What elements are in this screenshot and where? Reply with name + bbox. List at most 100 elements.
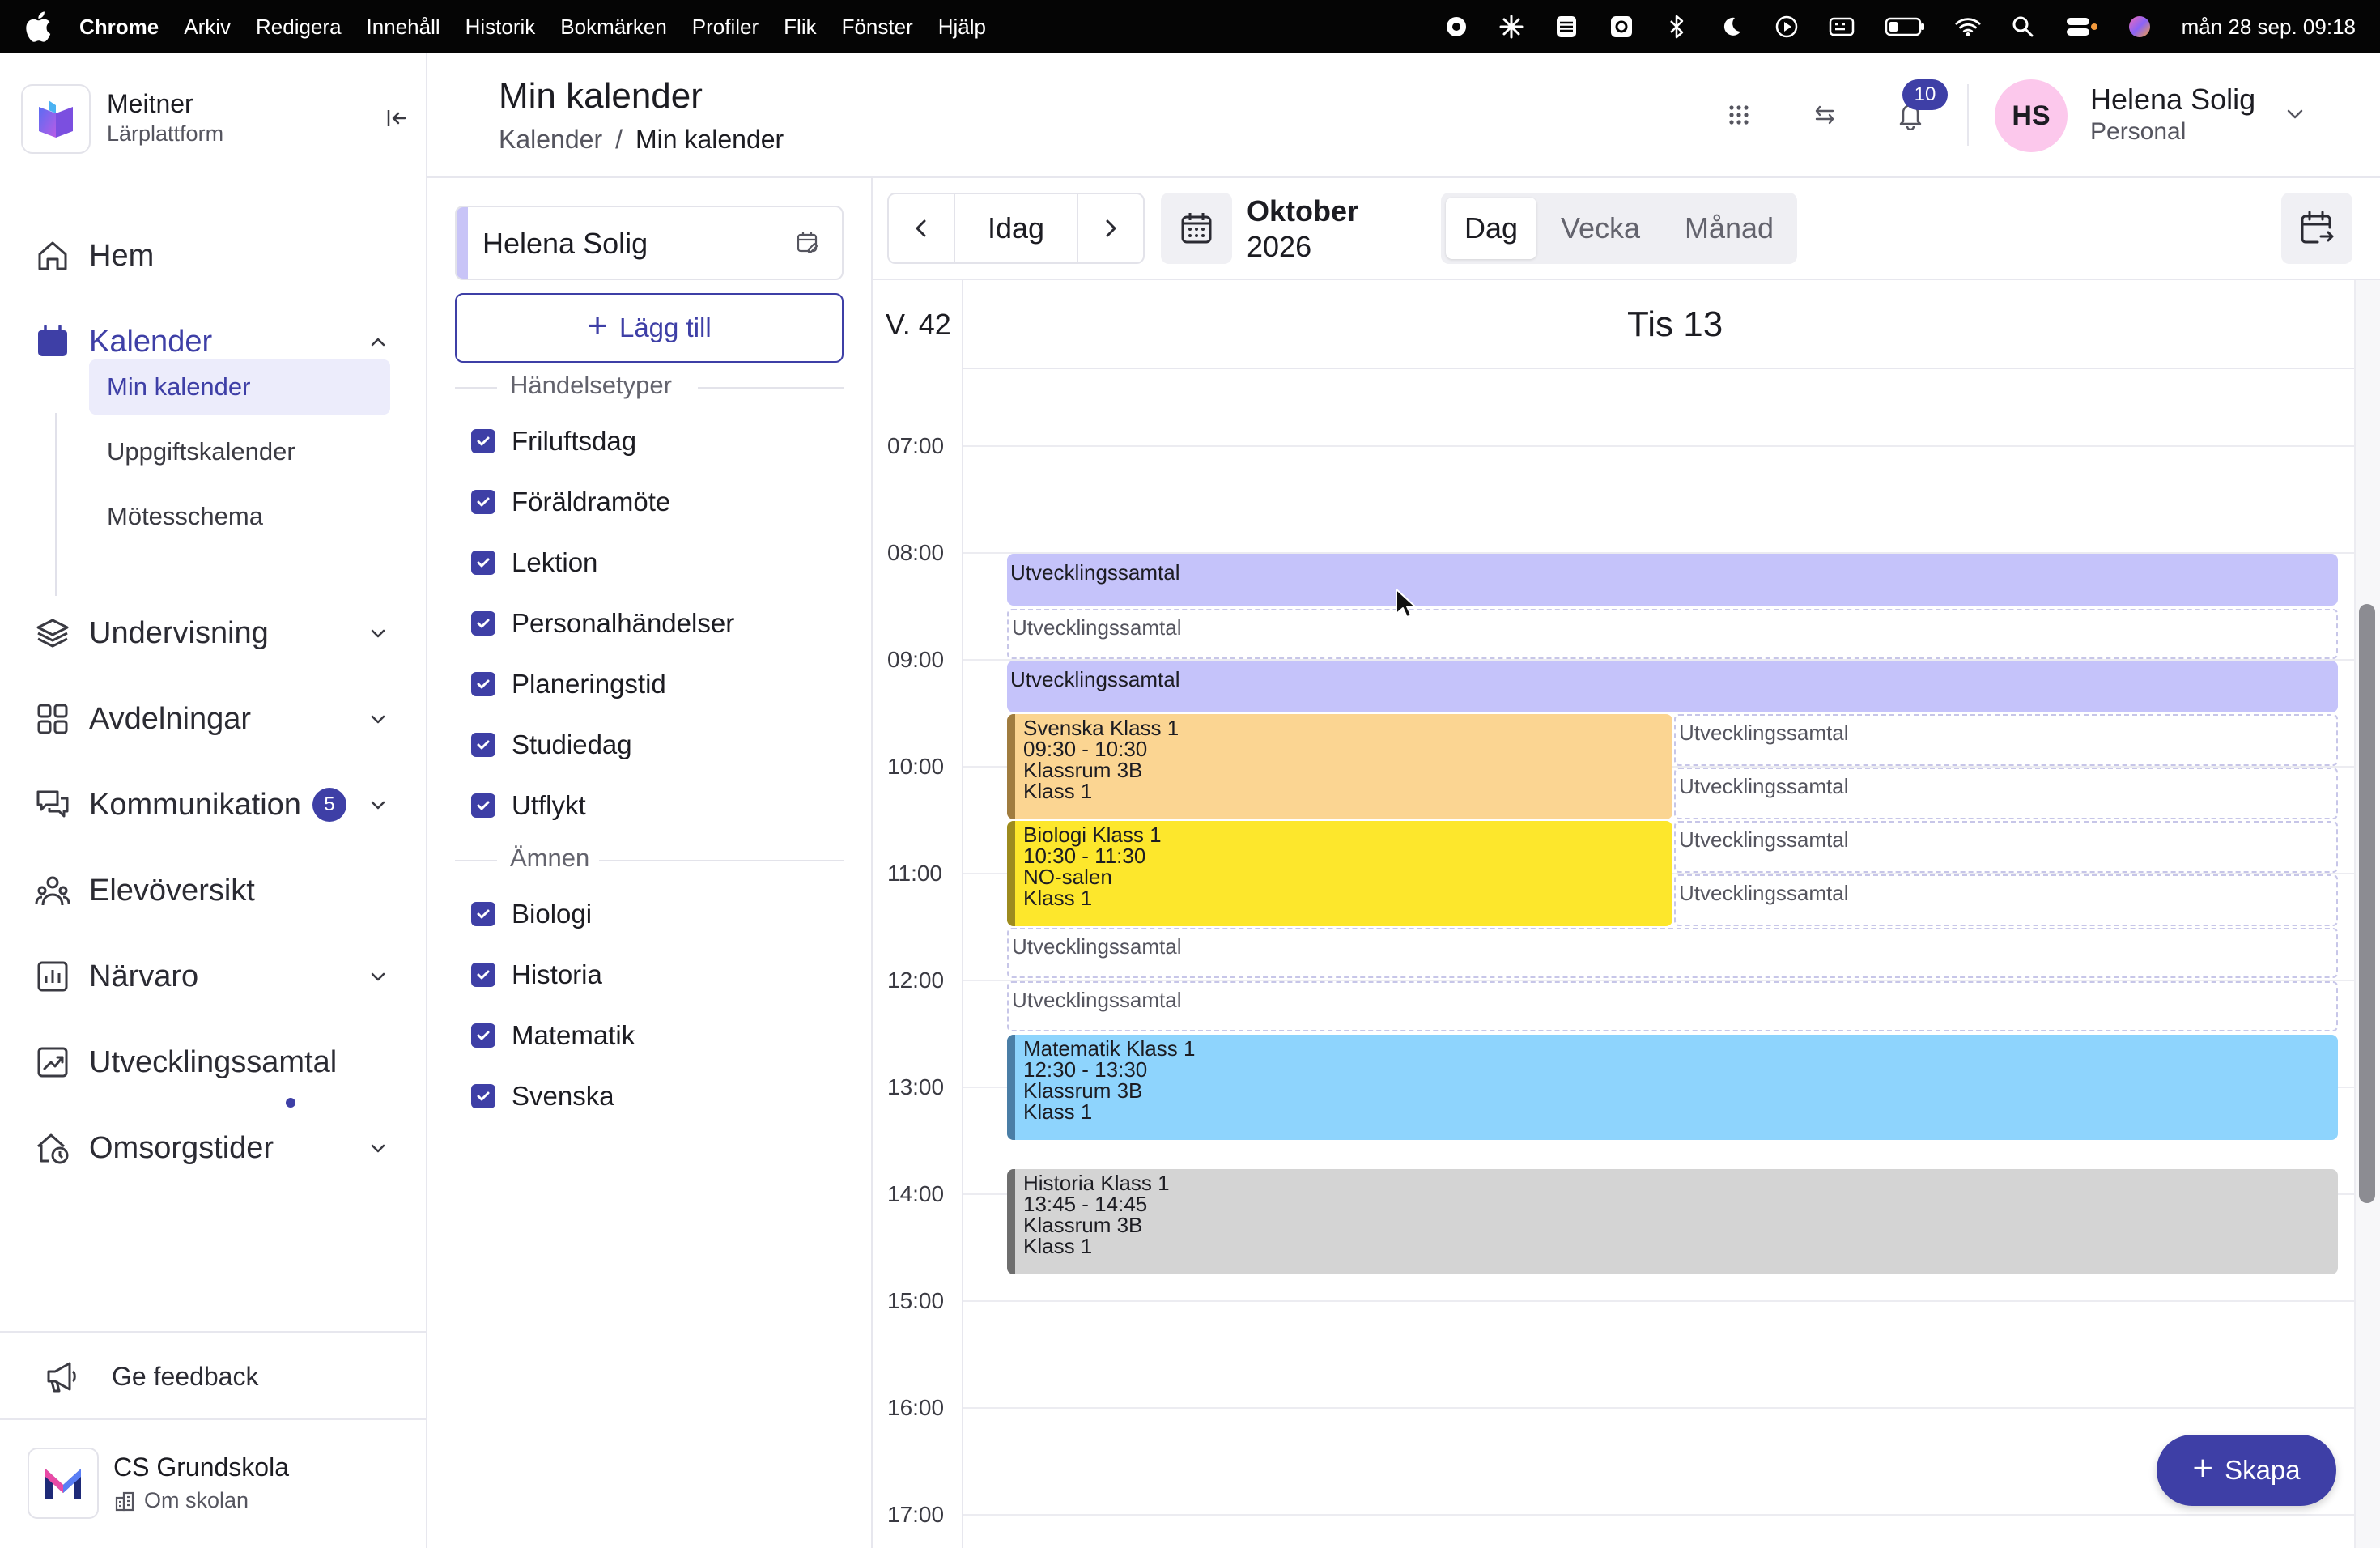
subnav-task-calendar[interactable]: Uppgiftskalender [89, 424, 390, 479]
chevron-up-icon[interactable] [366, 330, 390, 354]
subnav-meeting-schedule[interactable]: Mötesschema [89, 489, 390, 544]
chevron-down-icon[interactable] [366, 1136, 390, 1160]
today-button[interactable]: Idag [954, 194, 1078, 262]
checkbox-checked-icon[interactable] [471, 672, 495, 696]
dev-talk-slot[interactable]: Utvecklingssamtal [1007, 928, 2338, 978]
date-picker-button[interactable] [1161, 193, 1232, 264]
menu-edit[interactable]: Redigera [256, 15, 342, 40]
checkbox-checked-icon[interactable] [471, 902, 495, 926]
feedback-button[interactable]: Ge feedback [44, 1354, 258, 1399]
nav-dev-talks[interactable]: Utvecklingssamtal [34, 1038, 390, 1087]
collapse-sidebar-icon[interactable] [382, 104, 411, 133]
person-selector[interactable]: Helena Solig [455, 206, 844, 280]
checkbox-checked-icon[interactable] [471, 1084, 495, 1108]
apps-grid-icon[interactable] [1723, 99, 1755, 131]
menubar-clock[interactable]: mån 28 sep. 09:18 [2182, 15, 2356, 40]
user-name[interactable]: Helena Solig [2090, 83, 2255, 117]
checkbox-checked-icon[interactable] [471, 733, 495, 757]
control-center-icon[interactable] [2065, 14, 2097, 40]
checkbox-checked-icon[interactable] [471, 1023, 495, 1048]
nav-departments[interactable]: Avdelningar [34, 695, 390, 743]
wifi-icon[interactable] [1955, 14, 1981, 40]
lesson-event[interactable]: Biologi Klass 1 10:30 - 11:30 NO-salen Klas… [1007, 821, 1672, 926]
chevron-down-icon[interactable] [366, 793, 390, 817]
filter-matematik[interactable]: Matematik [471, 1017, 635, 1054]
filter-personalhandelser[interactable]: Personalhändelser [471, 605, 734, 642]
dev-talk-slot[interactable]: Utvecklingssamtal [1007, 609, 2338, 659]
dev-talk-slot[interactable]: Utvecklingssamtal [1674, 714, 2338, 766]
nav-student-overview[interactable]: Elevöversikt [34, 866, 390, 915]
siri-icon[interactable] [2127, 14, 2153, 40]
moon-icon[interactable] [1719, 14, 1745, 40]
view-week-button[interactable]: Vecka [1540, 198, 1661, 259]
filter-historia[interactable]: Historia [471, 956, 602, 993]
nav-teaching[interactable]: Undervisning [34, 609, 390, 657]
lesson-event[interactable]: Svenska Klass 1 09:30 - 10:30 Klassrum 3B K… [1007, 714, 1672, 819]
checkbox-checked-icon[interactable] [471, 963, 495, 987]
checkbox-checked-icon[interactable] [471, 490, 495, 514]
checkbox-checked-icon[interactable] [471, 551, 495, 575]
dev-talk-slot[interactable]: Utvecklingssamtal [1674, 874, 2338, 926]
menu-bookmarks[interactable]: Bokmärken [560, 15, 667, 40]
checkbox-checked-icon[interactable] [471, 429, 495, 453]
menu-view[interactable]: Innehåll [367, 15, 440, 40]
user-menu-chevron-icon[interactable] [2281, 100, 2309, 128]
lesson-event[interactable]: Historia Klass 1 13:45 - 14:45 Klassrum 3B… [1007, 1169, 2338, 1274]
dev-talk-slot[interactable]: Utvecklingssamtal [1674, 768, 2338, 819]
checkbox-checked-icon[interactable] [471, 793, 495, 818]
chevron-down-icon[interactable] [366, 707, 390, 731]
about-school-link[interactable]: Om skolan [113, 1488, 249, 1513]
keyboard-icon[interactable] [1829, 14, 1855, 40]
search-icon[interactable] [2010, 14, 2036, 40]
menu-window[interactable]: Fönster [842, 15, 913, 40]
previous-day-button[interactable] [889, 194, 954, 262]
record-icon[interactable] [1443, 14, 1469, 40]
calendar-edit-icon[interactable] [795, 230, 821, 256]
switch-arrows-icon[interactable] [1808, 99, 1841, 131]
lesson-event[interactable]: Matematik Klass 1 12:30 - 13:30 Klassrum 3… [1007, 1035, 2338, 1140]
menu-help[interactable]: Hjälp [938, 15, 986, 40]
filter-biologi[interactable]: Biologi [471, 895, 592, 933]
nav-attendance[interactable]: Närvaro [34, 952, 390, 1001]
nav-home[interactable]: Hem [34, 232, 390, 280]
day-header[interactable]: Tis 13 [1627, 304, 1723, 345]
meitner-logo[interactable] [21, 84, 91, 154]
chevron-down-icon[interactable] [366, 621, 390, 645]
menu-tab[interactable]: Flik [784, 15, 816, 40]
checkbox-checked-icon[interactable] [471, 611, 495, 636]
sparkle-icon[interactable] [1498, 14, 1524, 40]
nav-care-times[interactable]: Omsorgstider [34, 1124, 390, 1172]
battery-icon[interactable] [1884, 14, 1926, 40]
breadcrumb-calendar[interactable]: Kalender [499, 125, 602, 155]
nav-calendar[interactable]: Kalender [34, 317, 390, 366]
dev-talk-event[interactable]: Utvecklingssamtal [1007, 661, 2338, 712]
school-logo[interactable] [28, 1448, 99, 1519]
create-button[interactable]: + Skapa [2157, 1435, 2336, 1506]
menu-app-name[interactable]: Chrome [79, 15, 159, 40]
user-avatar[interactable]: HS [1995, 79, 2068, 152]
next-day-button[interactable] [1078, 194, 1143, 262]
menu-profiles[interactable]: Profiler [692, 15, 759, 40]
bluetooth-icon[interactable] [1664, 14, 1689, 40]
view-month-button[interactable]: Månad [1664, 198, 1794, 259]
view-day-button[interactable]: Dag [1446, 198, 1536, 259]
chevron-down-icon[interactable] [366, 964, 390, 989]
nav-communication[interactable]: Kommunikation 5 [34, 780, 390, 829]
subnav-my-calendar[interactable]: Min kalender [89, 359, 390, 415]
menu-file[interactable]: Arkiv [184, 15, 231, 40]
stack-icon[interactable] [1553, 14, 1579, 40]
calendar-sync-button[interactable] [2281, 193, 2352, 264]
scrollbar-thumb[interactable] [2359, 604, 2375, 1203]
filter-foraldramote[interactable]: Föräldramöte [471, 483, 670, 521]
play-circle-icon[interactable] [1774, 14, 1800, 40]
menu-history[interactable]: Historik [465, 15, 536, 40]
filter-planeringstid[interactable]: Planeringstid [471, 666, 666, 703]
dev-talk-slot[interactable]: Utvecklingssamtal [1674, 821, 2338, 873]
gear-badge-icon[interactable] [1609, 14, 1634, 40]
filter-lektion[interactable]: Lektion [471, 544, 597, 581]
filter-studiedag[interactable]: Studiedag [471, 726, 632, 763]
apple-icon[interactable] [24, 11, 52, 42]
dev-talk-event[interactable]: Utvecklingssamtal [1007, 554, 2338, 606]
filter-friluftsdag[interactable]: Friluftsdag [471, 423, 636, 460]
add-calendar-button[interactable]: + Lägg till [455, 293, 844, 363]
